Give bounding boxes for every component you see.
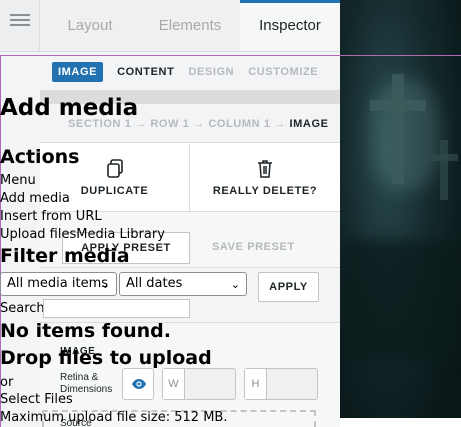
search-label: Search: [0, 301, 45, 316]
tab-upload-files[interactable]: Upload files: [0, 227, 76, 242]
delete-label: REALLY DELETE?: [212, 185, 318, 197]
tab-media-library[interactable]: Media Library: [76, 227, 165, 242]
subtab-customize[interactable]: CUSTOMIZE: [248, 66, 318, 78]
date-filter[interactable]: All dates ⌄: [119, 272, 247, 296]
trash-icon: [258, 160, 272, 178]
inspector-subtabs: IMAGE CONTENT DESIGN CUSTOMIZE: [42, 58, 340, 86]
hamburger-icon: [10, 14, 30, 16]
tab-elements[interactable]: Elements: [140, 0, 240, 51]
element-type-badge: IMAGE: [52, 62, 104, 82]
menu-item-add-media[interactable]: Add media: [0, 190, 70, 208]
background-photo: [340, 0, 461, 418]
tab-inspector[interactable]: Inspector: [240, 0, 340, 51]
search-input[interactable]: [43, 299, 190, 318]
chevron-down-icon: ⌄: [100, 278, 110, 291]
chevron-down-icon: ⌄: [230, 278, 240, 291]
eye-icon: [132, 379, 146, 389]
menu-item-insert-from-url[interactable]: Insert from URL: [0, 208, 102, 226]
duplicate-label: DUPLICATE: [80, 185, 149, 197]
actions-heading: Actions: [0, 146, 80, 168]
select-files-button[interactable]: Select Files: [0, 391, 73, 409]
delete-button[interactable]: REALLY DELETE?: [190, 159, 340, 197]
hamburger-icon: [10, 24, 30, 26]
duplicate-icon: [106, 159, 123, 178]
media-router-tabs: Upload filesMedia Library: [0, 226, 165, 244]
visibility-toggle[interactable]: [122, 368, 154, 400]
element-actions: DUPLICATE REALLY DELETE?: [40, 142, 340, 213]
max-upload-size: Maximum upload file size: 512 MB.: [0, 410, 228, 425]
no-items-message: No items found.: [0, 320, 171, 342]
height-input[interactable]: H: [244, 368, 318, 400]
filter-heading: Filter media: [0, 245, 130, 267]
width-prefix: W: [163, 369, 185, 399]
media-type-value: All media items: [7, 276, 109, 291]
hamburger-icon: [10, 19, 30, 21]
subtab-content[interactable]: CONTENT: [117, 66, 174, 78]
subtab-design[interactable]: DESIGN: [188, 66, 234, 78]
media-modal-title: Add media: [0, 95, 139, 121]
media-type-filter[interactable]: All media items ⌄: [0, 272, 117, 296]
height-prefix: H: [245, 369, 267, 399]
menu-toggle-button[interactable]: [0, 0, 40, 52]
tab-layout[interactable]: Layout: [40, 0, 140, 51]
drop-files-heading: Drop files to upload: [0, 347, 212, 369]
width-input[interactable]: W: [162, 368, 236, 400]
photo-bottom-strip: [340, 418, 461, 427]
save-preset-button[interactable]: SAVE PRESET: [212, 241, 295, 253]
media-menu-toggle[interactable]: Menu: [0, 172, 36, 190]
or-text: or: [0, 375, 14, 390]
apply-filter-button[interactable]: APPLY: [258, 272, 319, 302]
builder-tabs: Layout Elements Inspector: [40, 0, 340, 52]
date-filter-value: All dates: [126, 276, 183, 291]
breadcrumb-current: IMAGE: [289, 118, 329, 130]
